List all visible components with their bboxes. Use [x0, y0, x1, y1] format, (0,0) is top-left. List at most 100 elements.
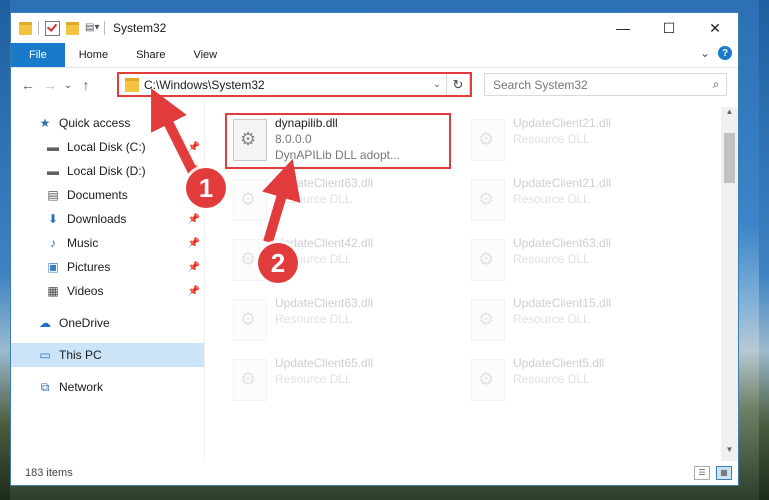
file-info: UpdateClient5.dll Resource DLL [513, 355, 604, 386]
address-path[interactable]: C:\Windows\System32 [144, 78, 428, 92]
sidebar-item-label: OneDrive [59, 316, 110, 330]
navigation-row: ← → ⌄ ↑ C:\Windows\System32 ⌄ ↻ Search S… [11, 68, 738, 102]
sidebar-item-onedrive[interactable]: ☁ OneDrive [11, 311, 204, 335]
properties-icon[interactable] [45, 20, 60, 36]
folder-icon[interactable] [19, 21, 32, 35]
dll-file-icon [471, 359, 505, 401]
search-box[interactable]: Search System32 ⌕ [484, 73, 727, 96]
file-info: UpdateClient21.dll Resource DLL [513, 175, 611, 206]
sidebar-item-label: Documents [67, 188, 128, 202]
help-icon[interactable]: ? [718, 46, 732, 60]
cloud-icon: ☁ [39, 316, 51, 330]
file-info: UpdateClient63.dll Resource DLL [513, 235, 611, 266]
desktop-background-right [759, 0, 769, 500]
sidebar-item-label: Videos [67, 284, 104, 298]
file-tile[interactable]: UpdateClient63.dll Resource DLL [227, 295, 457, 349]
pictures-icon: ▣ [47, 260, 59, 274]
window-title: System32 [113, 21, 167, 35]
videos-icon: ▦ [47, 284, 59, 298]
pin-icon[interactable]: 📌 [188, 214, 200, 225]
sidebar-item-videos[interactable]: ▦ Videos 📌 [11, 279, 204, 303]
sidebar-item-documents[interactable]: ▤Documents📌 [11, 183, 204, 207]
toolbar-divider [104, 21, 105, 35]
sidebar-item-this-pc[interactable]: ▭ This PC [11, 343, 204, 367]
sidebar-item-music[interactable]: ♪ Music 📌 [11, 231, 204, 255]
tab-home[interactable]: Home [65, 43, 122, 67]
sidebar-item-label: Network [59, 380, 104, 394]
file-tile[interactable]: UpdateClient21.dll Resource DLL [465, 175, 695, 229]
file-tile[interactable]: UpdateClient5.dll Resource DLL [465, 355, 695, 409]
file-detail: Resource DLL [275, 312, 352, 326]
file-tile[interactable]: UpdateClient63.dll Resource DLL [465, 235, 695, 289]
file-highlight [225, 113, 451, 169]
file-name: UpdateClient15.dll [513, 296, 612, 310]
pin-icon[interactable]: 📌 [188, 142, 200, 153]
new-folder-icon[interactable] [66, 21, 79, 35]
file-info: UpdateClient65.dll Resource DLL [275, 355, 373, 386]
close-button[interactable]: ✕ [692, 13, 738, 43]
sidebar-item-label: Local Disk (D:) [67, 164, 146, 178]
documents-icon: ▤ [47, 188, 59, 202]
file-detail: Resource DLL [513, 192, 590, 206]
search-input[interactable]: Search System32 [485, 78, 706, 92]
forward-button[interactable]: → [39, 77, 61, 93]
computer-icon: ▭ [39, 348, 51, 362]
details-view-button[interactable]: ☰ [694, 466, 710, 480]
dll-file-icon [471, 299, 505, 341]
ribbon-tabs: File Home Share View ⌄ ? [11, 43, 738, 68]
minimize-button[interactable]: — [600, 13, 646, 43]
status-bar: 183 items ☰ ▦ [11, 461, 738, 485]
drive-icon: ▬ [47, 164, 59, 178]
file-tile[interactable]: UpdateClient65.dll Resource DLL [227, 355, 457, 409]
back-button[interactable]: ← [17, 77, 39, 93]
file-tile[interactable]: UpdateClient63.dll Resource DLL [227, 175, 457, 229]
file-detail: Resource DLL [513, 252, 590, 266]
dll-file-icon [233, 179, 267, 221]
sidebar-item-pictures[interactable]: ▣ Pictures 📌 [11, 255, 204, 279]
sidebar-item-local-disk-d[interactable]: ▬Local Disk (D:)📌 [11, 159, 204, 183]
file-info: UpdateClient15.dll Resource DLL [513, 295, 611, 326]
expand-ribbon-icon[interactable]: ⌄ [700, 46, 710, 60]
sidebar-item-local-disk-c[interactable]: ▬ Local Disk (C:) 📌 [11, 135, 204, 159]
file-detail: Resource DLL [275, 192, 352, 206]
download-icon: ⬇ [47, 212, 59, 226]
file-detail: Resource DLL [275, 372, 352, 386]
sidebar-item-downloads[interactable]: ⬇ Downloads 📌 [11, 207, 204, 231]
file-tile[interactable]: UpdateClient21.dll Resource DLL [465, 115, 695, 169]
refresh-button[interactable]: ↻ [446, 74, 469, 95]
tab-view[interactable]: View [179, 43, 231, 67]
tiles-view-button[interactable]: ▦ [716, 466, 732, 480]
dll-file-icon [471, 239, 505, 281]
file-explorer-window: ▤▾ System32 — ☐ ✕ File Home Share View ⌄… [10, 12, 739, 486]
pin-icon[interactable]: 📌 [188, 238, 200, 249]
desktop-background-left [0, 0, 10, 500]
sidebar-item-quick-access[interactable]: ★ Quick access [11, 111, 204, 135]
scroll-thumb[interactable] [724, 133, 735, 183]
sidebar-item-label: Local Disk (C:) [67, 140, 146, 154]
step-marker-1: 1 [186, 168, 226, 208]
pin-icon[interactable]: 📌 [188, 262, 200, 273]
file-name: UpdateClient21.dll [513, 116, 612, 130]
chevron-down-icon[interactable]: ⌄ [428, 79, 446, 90]
tab-file[interactable]: File [11, 43, 65, 67]
customize-toolbar-icon[interactable]: ▤▾ [85, 22, 99, 35]
address-bar[interactable]: C:\Windows\System32 ⌄ ↻ [118, 73, 470, 96]
file-name: UpdateClient5.dll [513, 356, 605, 370]
file-tile[interactable]: UpdateClient15.dll Resource DLL [465, 295, 695, 349]
tab-share[interactable]: Share [122, 43, 179, 67]
up-button[interactable]: ↑ [75, 77, 97, 93]
music-icon: ♪ [50, 236, 56, 250]
scroll-down-arrow[interactable]: ▼ [721, 445, 738, 461]
sidebar-item-label: Downloads [67, 212, 127, 226]
recent-locations-button[interactable]: ⌄ [61, 80, 75, 91]
scroll-up-arrow[interactable]: ▲ [721, 107, 738, 123]
window-controls: — ☐ ✕ [600, 13, 738, 43]
step-marker-2: 2 [258, 243, 298, 283]
pin-icon[interactable]: 📌 [188, 286, 200, 297]
explorer-body: ★ Quick access ▬ Local Disk (C:) 📌 ▬ Local Dis… [11, 101, 738, 461]
vertical-scrollbar[interactable]: ▲ ▼ [721, 107, 738, 461]
maximize-button[interactable]: ☐ [646, 13, 692, 43]
file-name: UpdateClient63.dll [513, 236, 612, 250]
sidebar-item-network[interactable]: ⧉ Network [11, 375, 204, 399]
toolbar-divider [38, 21, 39, 35]
